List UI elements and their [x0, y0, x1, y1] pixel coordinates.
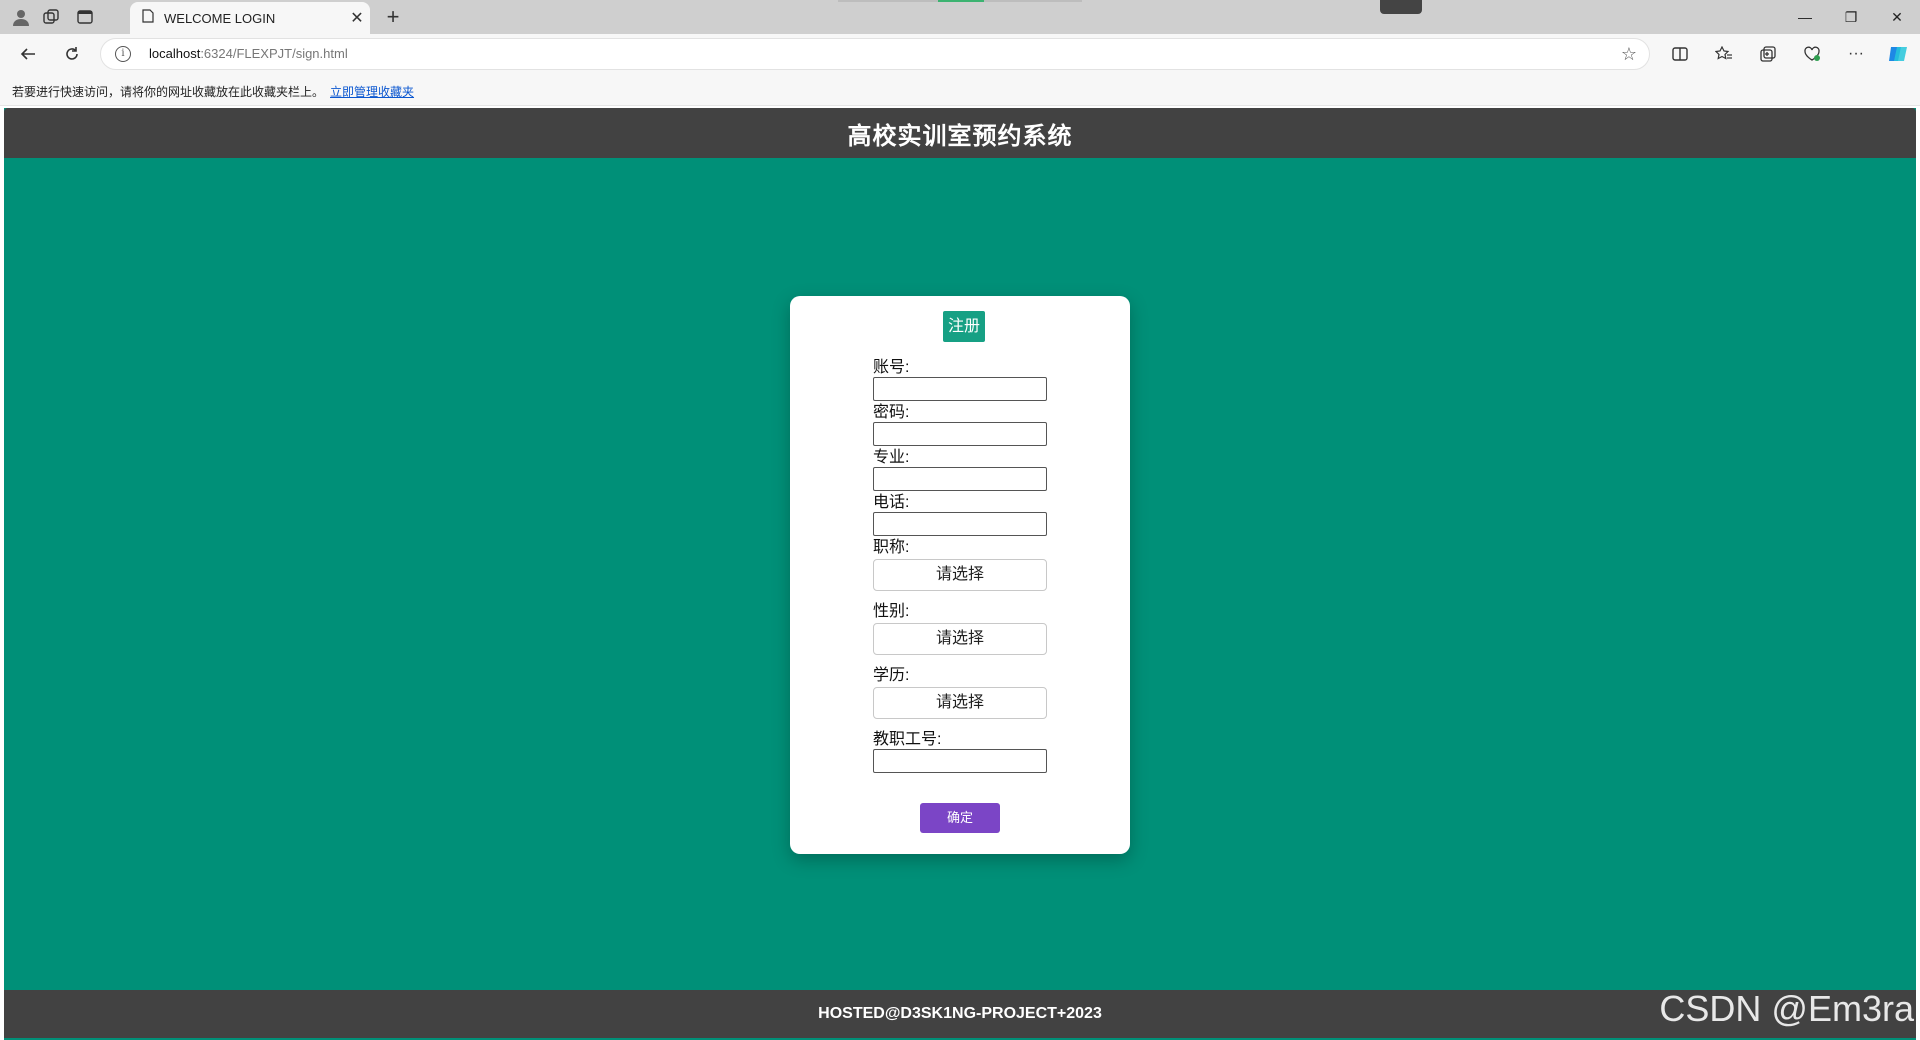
copilot-icon[interactable]	[1884, 41, 1912, 67]
collections-icon[interactable]	[1754, 41, 1782, 67]
staff-id-input[interactable]	[873, 749, 1047, 773]
favorite-star-icon[interactable]: ☆	[1621, 44, 1637, 65]
browser-toolbar: i localhost:6324/FLEXPJT/sign.html ☆ ···	[0, 34, 1920, 74]
site-info-icon[interactable]: i	[115, 46, 131, 62]
tab-title: WELCOME LOGIN	[164, 10, 276, 26]
manage-favorites-link[interactable]: 立即管理收藏夹	[330, 83, 414, 100]
account-input[interactable]	[873, 377, 1047, 401]
vertical-tabs-icon[interactable]	[74, 6, 96, 28]
profile-icon[interactable]	[10, 6, 32, 28]
register-title: 注册	[943, 311, 986, 342]
footer-text: HOSTED@D3SK1NG-PROJECT+2023	[818, 1005, 1102, 1022]
page-icon	[142, 8, 154, 28]
account-label: 账号:	[873, 359, 910, 376]
staff-id-label: 教职工号:	[873, 731, 942, 748]
page-title: 高校实训室预约系统	[847, 122, 1073, 150]
education-select[interactable]: 请选择	[873, 687, 1047, 719]
minimize-button[interactable]: —	[1782, 0, 1828, 34]
split-screen-icon[interactable]	[1666, 41, 1694, 67]
title-label: 职称:	[873, 539, 910, 556]
password-input[interactable]	[873, 422, 1047, 446]
phone-label: 电话:	[873, 494, 910, 511]
site-header: 高校实训室预约系统	[4, 108, 1916, 158]
register-form: 账号: 密码: 专业: 电话: 职称: 请选择 性别: 请选择 学历: 请选择 …	[873, 359, 1049, 776]
confirm-button[interactable]: 确定	[920, 803, 1000, 833]
back-icon[interactable]	[14, 41, 42, 67]
window-drag-handle[interactable]	[1380, 0, 1422, 14]
url-text[interactable]: localhost:6324/FLEXPJT/sign.html	[149, 46, 348, 61]
favorites-icon[interactable]	[1710, 41, 1738, 67]
new-tab-button[interactable]: +	[380, 4, 406, 30]
gender-select[interactable]: 请选择	[873, 623, 1047, 655]
close-window-button[interactable]: ✕	[1874, 0, 1920, 34]
register-card: 注册 账号: 密码: 专业: 电话: 职称: 请选择 性别: 请选择 学历: 请…	[790, 296, 1130, 854]
education-label: 学历:	[873, 667, 910, 684]
favorites-bar: 若要进行快速访问，请将你的网址收藏放在此收藏夹栏上。 立即管理收藏夹	[0, 74, 1920, 106]
site-footer: HOSTED@D3SK1NG-PROJECT+2023	[4, 990, 1916, 1038]
major-input[interactable]	[873, 467, 1047, 491]
reload-icon[interactable]	[58, 41, 86, 67]
title-select[interactable]: 请选择	[873, 559, 1047, 591]
browser-tab-bar: WELCOME LOGIN ✕ + — ❐ ✕	[0, 0, 1920, 34]
browser-essentials-icon[interactable]	[1798, 41, 1826, 67]
more-options-icon[interactable]: ···	[1842, 41, 1870, 67]
workspaces-icon[interactable]	[40, 6, 62, 28]
address-bar[interactable]: i localhost:6324/FLEXPJT/sign.html ☆	[100, 38, 1650, 70]
tab-strip-indicator	[838, 0, 1082, 2]
restore-button[interactable]: ❐	[1828, 0, 1874, 34]
watermark: CSDN @Em3ra	[1659, 988, 1914, 1029]
major-label: 专业:	[873, 449, 910, 466]
active-tab[interactable]: WELCOME LOGIN ✕	[130, 2, 370, 34]
phone-input[interactable]	[873, 512, 1047, 536]
password-label: 密码:	[873, 404, 910, 421]
tab-close-icon[interactable]: ✕	[344, 5, 370, 31]
favorites-hint: 若要进行快速访问，请将你的网址收藏放在此收藏夹栏上。	[12, 85, 325, 99]
gender-label: 性别:	[873, 603, 910, 620]
page-background: 高校实训室预约系统 注册 账号: 密码: 专业: 电话: 职称: 请选择 性别:…	[4, 108, 1916, 1040]
